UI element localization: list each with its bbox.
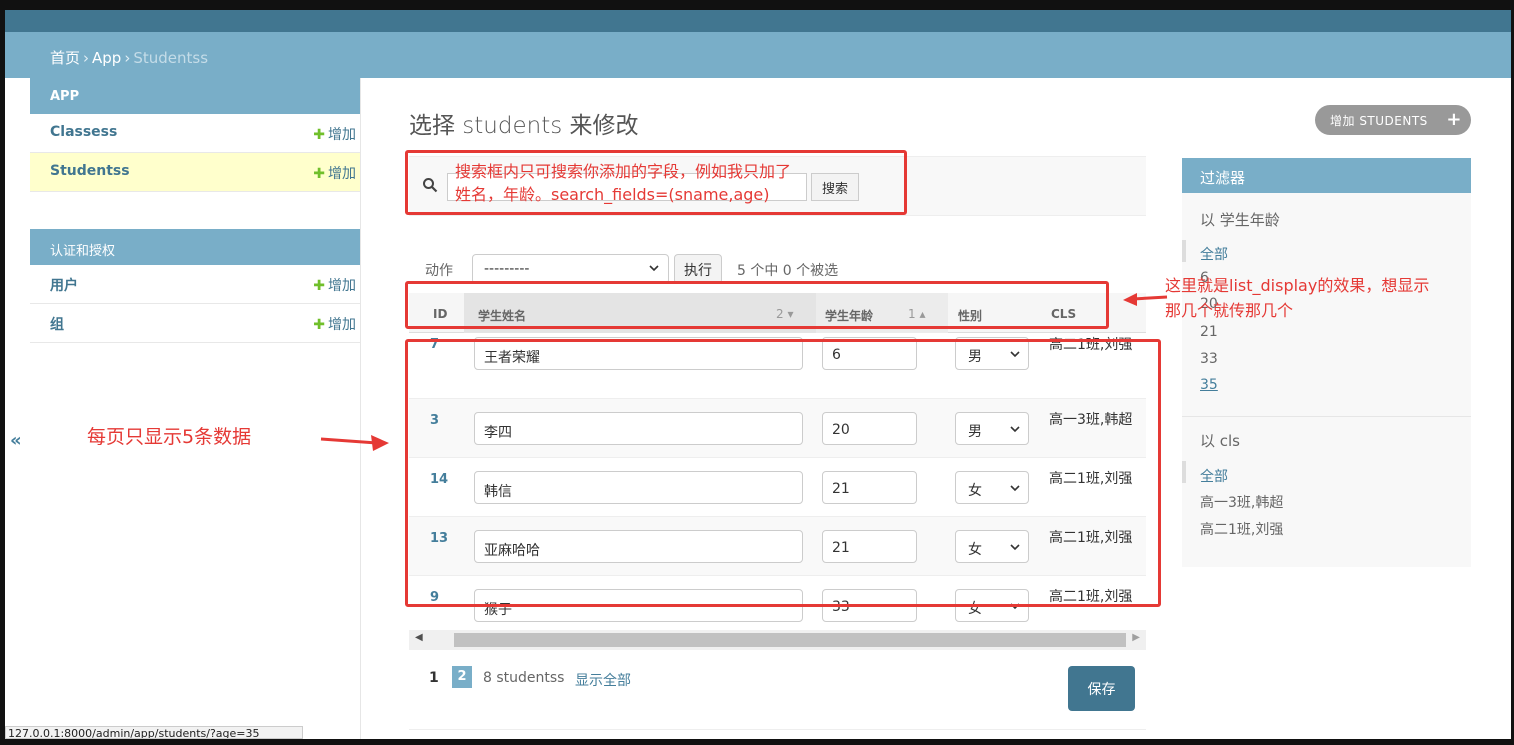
filter-cls-all[interactable]: 全部 bbox=[1200, 466, 1228, 486]
list-display-annotation-line1: 这里就是list_display的效果，想显示 bbox=[1165, 276, 1430, 295]
breadcrumb-separator: › bbox=[83, 49, 90, 67]
sidebar-item-label[interactable]: Classess bbox=[50, 124, 117, 140]
search-annotation-line1: 搜索框内只可搜索你添加的字段，例如我只加了 bbox=[455, 162, 792, 181]
plus-icon: ✚ bbox=[313, 127, 325, 143]
breadcrumb: 首页 › App › Studentss bbox=[5, 32, 1511, 78]
action-select-value: --------- bbox=[484, 261, 530, 277]
actions-label: 动作 bbox=[425, 263, 453, 279]
add-studentss-link[interactable]: ✚ 增加 bbox=[313, 163, 356, 183]
filter-age-35[interactable]: 35 bbox=[1200, 377, 1218, 393]
horizontal-scrollbar[interactable]: ◀ ▶ bbox=[409, 630, 1146, 650]
filter-divider bbox=[1182, 416, 1471, 417]
actions-bar: 动作 --------- 执行 5 个中 0 个被选 bbox=[409, 242, 1146, 284]
filter-cls-gao1-3[interactable]: 高一3班,韩超 bbox=[1200, 492, 1283, 512]
chevron-down-icon bbox=[648, 259, 660, 281]
sidebar-item-users[interactable]: 用户 ✚ 增加 bbox=[30, 265, 360, 304]
page-1-current: 1 bbox=[429, 670, 439, 686]
breadcrumb-separator: › bbox=[124, 49, 131, 67]
add-user-link[interactable]: ✚ 增加 bbox=[313, 275, 356, 295]
filter-cls-gao2-1[interactable]: 高二1班,刘强 bbox=[1200, 519, 1283, 539]
sidebar-item-studentss[interactable]: Studentss ✚ 增加 bbox=[30, 153, 360, 192]
sidebar-item-classess[interactable]: Classess ✚ 增加 bbox=[30, 114, 360, 153]
arrow-left-icon bbox=[1123, 293, 1168, 306]
filter-title-cls: 以 cls bbox=[1200, 432, 1240, 450]
filter-caption: 过滤器 bbox=[1182, 158, 1471, 193]
selection-counter: 5 个中 0 个被选 bbox=[737, 263, 839, 279]
filter-title-age: 以 学生年龄 bbox=[1200, 211, 1280, 229]
add-label: 增加 bbox=[328, 166, 356, 182]
plus-icon: ✚ bbox=[313, 278, 325, 294]
list-display-annotation-line2: 那几个就传那几个 bbox=[1165, 301, 1294, 320]
breadcrumb-current: Studentss bbox=[133, 49, 209, 67]
scroll-left-icon[interactable]: ◀ bbox=[415, 632, 423, 643]
page-title: 选择 students 来修改 bbox=[409, 113, 639, 139]
sidebar-item-label[interactable]: 用户 bbox=[50, 278, 78, 294]
sidebar-item-groups[interactable]: 组 ✚ 增加 bbox=[30, 304, 360, 343]
browser-viewport: 首页 › App › Studentss APP Classess ✚ 增加 Studen… bbox=[5, 10, 1511, 739]
paginator: 1 2 8 studentss 显示全部 保存 bbox=[409, 660, 1146, 730]
add-students-label: 增加 STUDENTS bbox=[1330, 114, 1428, 128]
add-classess-link[interactable]: ✚ 增加 bbox=[313, 124, 356, 144]
add-students-button[interactable]: 增加 STUDENTS + bbox=[1315, 105, 1471, 135]
admin-header bbox=[5, 10, 1511, 32]
scrollbar-thumb[interactable] bbox=[454, 633, 1126, 647]
rows-annotation-box bbox=[405, 339, 1161, 607]
filter-selected-bar bbox=[1182, 240, 1186, 262]
add-label: 增加 bbox=[328, 278, 356, 294]
plus-icon: ✚ bbox=[313, 166, 325, 182]
add-group-link[interactable]: ✚ 增加 bbox=[313, 314, 356, 334]
filter-age-all[interactable]: 全部 bbox=[1200, 244, 1228, 264]
save-button[interactable]: 保存 bbox=[1068, 666, 1135, 711]
sidebar-collapse-button[interactable]: « bbox=[10, 430, 22, 451]
list-display-annotation-box bbox=[405, 281, 1109, 329]
show-all-link[interactable]: 显示全部 bbox=[575, 670, 631, 690]
add-label: 增加 bbox=[328, 317, 356, 333]
result-total: 8 studentss bbox=[483, 670, 565, 686]
changelist-filter: 过滤器 以 学生年龄 全部 6 20 21 33 35 以 cls 全部 高一3… bbox=[1182, 158, 1471, 567]
sidebar-item-label[interactable]: Studentss bbox=[50, 163, 130, 179]
search-annotation-box bbox=[405, 150, 907, 215]
status-bar-url: 127.0.0.1:8000/admin/app/students/?age=3… bbox=[5, 726, 303, 739]
add-label: 增加 bbox=[328, 127, 356, 143]
scroll-right-icon[interactable]: ▶ bbox=[1132, 632, 1140, 643]
filter-age-21[interactable]: 21 bbox=[1200, 324, 1218, 340]
per-page-annotation: 每页只显示5条数据 bbox=[87, 426, 252, 448]
plus-icon: + bbox=[1446, 109, 1462, 130]
breadcrumb-app[interactable]: App bbox=[92, 49, 121, 67]
module-caption-auth[interactable]: 认证和授权 bbox=[30, 229, 360, 265]
search-annotation-line2: 姓名，年龄。search_fields=(sname,age) bbox=[455, 185, 770, 204]
module-spacer bbox=[30, 192, 360, 229]
module-caption-app[interactable]: APP bbox=[30, 78, 360, 114]
filter-age-33[interactable]: 33 bbox=[1200, 351, 1218, 367]
filter-selected-bar bbox=[1182, 461, 1186, 483]
page-2-link[interactable]: 2 bbox=[452, 666, 472, 688]
nav-sidebar: APP Classess ✚ 增加 Studentss ✚ 增加 认证和授权 用户 … bbox=[30, 78, 361, 739]
plus-icon: ✚ bbox=[313, 317, 325, 333]
sidebar-item-label[interactable]: 组 bbox=[50, 317, 64, 333]
run-action-button[interactable]: 执行 bbox=[674, 254, 722, 284]
arrow-right-icon bbox=[320, 435, 389, 451]
breadcrumb-home[interactable]: 首页 bbox=[50, 49, 80, 67]
action-select[interactable]: --------- bbox=[472, 254, 669, 284]
